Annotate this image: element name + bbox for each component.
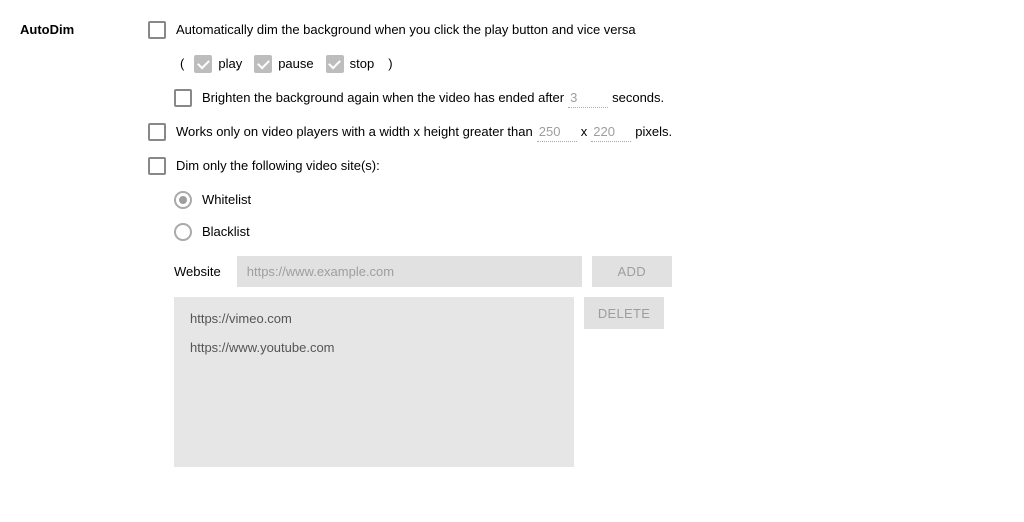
stop-checkbox[interactable] <box>326 55 344 73</box>
site-list[interactable]: https://vimeo.com https://www.youtube.co… <box>174 297 574 467</box>
site-filter-checkbox[interactable] <box>148 157 166 175</box>
play-checkbox[interactable] <box>194 55 212 73</box>
stop-label: stop <box>350 54 375 74</box>
whitelist-radio[interactable] <box>174 191 192 209</box>
width-input[interactable] <box>537 122 577 142</box>
blacklist-label: Blacklist <box>202 222 250 242</box>
auto-dim-label: Automatically dim the background when yo… <box>176 20 636 40</box>
list-item[interactable]: https://vimeo.com <box>190 311 558 326</box>
brighten-checkbox[interactable] <box>174 89 192 107</box>
content: Automatically dim the background when yo… <box>148 20 1004 467</box>
x-label: x <box>581 122 588 142</box>
play-label: play <box>218 54 242 74</box>
website-input[interactable] <box>237 256 582 287</box>
size-filter-label-before: Works only on video players with a width… <box>176 122 533 142</box>
auto-dim-checkbox[interactable] <box>148 21 166 39</box>
list-item[interactable]: https://www.youtube.com <box>190 340 558 355</box>
height-input[interactable] <box>591 122 631 142</box>
size-filter-label-after: pixels. <box>635 122 672 142</box>
whitelist-label: Whitelist <box>202 190 251 210</box>
delete-button[interactable]: DELETE <box>584 297 664 329</box>
blacklist-radio[interactable] <box>174 223 192 241</box>
add-button[interactable]: ADD <box>592 256 672 287</box>
size-filter-checkbox[interactable] <box>148 123 166 141</box>
website-label: Website <box>174 256 227 287</box>
section-title: AutoDim <box>20 20 148 467</box>
site-filter-label: Dim only the following video site(s): <box>176 156 380 176</box>
pause-label: pause <box>278 54 313 74</box>
pause-checkbox[interactable] <box>254 55 272 73</box>
brighten-label-before: Brighten the background again when the v… <box>202 88 564 108</box>
brighten-label-after: seconds. <box>612 88 664 108</box>
brighten-seconds-input[interactable] <box>568 88 608 108</box>
paren-open: ( <box>180 54 184 74</box>
paren-close: ) <box>388 54 392 74</box>
